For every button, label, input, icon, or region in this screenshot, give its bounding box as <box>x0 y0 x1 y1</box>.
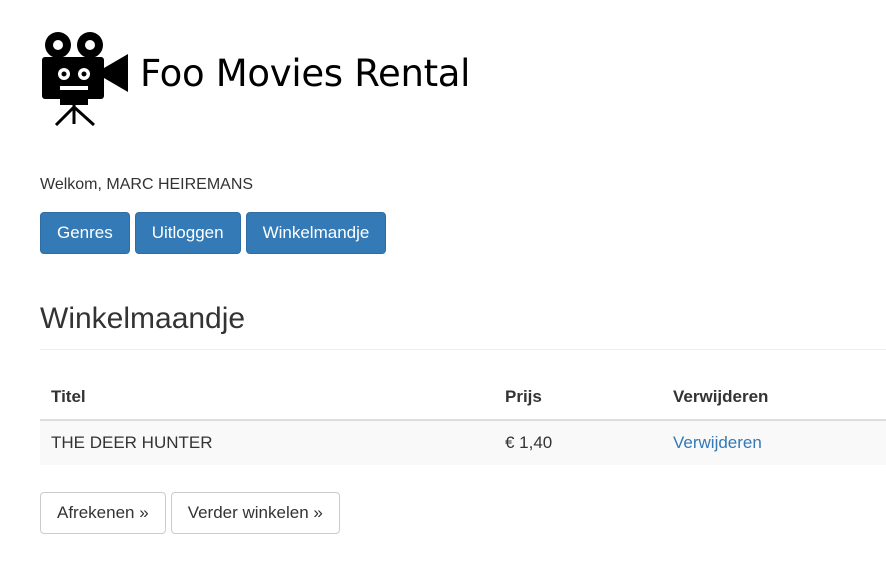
column-header-price: Prijs <box>494 375 662 421</box>
cell-remove: Verwijderen <box>662 420 886 465</box>
site-logo[interactable]: Foo Movies Rental <box>36 30 470 126</box>
welcome-user: MARC HEIREMANS <box>106 176 254 193</box>
cart-table: Titel Prijs Verwijderen THE DEER HUNTER … <box>40 375 886 465</box>
column-header-title: Titel <box>40 375 494 421</box>
welcome-message: Welkom, MARC HEIREMANS <box>40 176 253 194</box>
remove-link[interactable]: Verwijderen <box>673 433 762 452</box>
cell-price: € 1,40 <box>505 433 553 452</box>
table-header-row: Titel Prijs Verwijderen <box>40 375 886 421</box>
page-title: Winkelmaandje <box>40 302 246 335</box>
logo-text: Foo Movies Rental <box>140 51 471 95</box>
movie-camera-icon <box>42 32 128 126</box>
column-header-remove: Verwijderen <box>662 375 886 421</box>
main-nav: Genres Uitloggen Winkelmandje <box>40 212 387 254</box>
page: Foo Movies Rental Welkom, MARC HEIREMANS… <box>0 0 886 574</box>
cell-title: THE DEER HUNTER <box>51 433 213 452</box>
welcome-prefix: Welkom, <box>40 176 107 193</box>
genres-button[interactable]: Genres <box>40 212 130 254</box>
cart-button[interactable]: Winkelmandje <box>245 212 387 254</box>
continue-shopping-button[interactable]: Verder winkelen » <box>170 492 340 534</box>
logout-button[interactable]: Uitloggen <box>134 212 241 254</box>
heading-divider <box>40 349 886 350</box>
cart-actions: Afrekenen » Verder winkelen » <box>40 492 340 534</box>
table-row: THE DEER HUNTER € 1,40 Verwijderen <box>40 420 886 465</box>
checkout-button[interactable]: Afrekenen » <box>40 492 166 534</box>
